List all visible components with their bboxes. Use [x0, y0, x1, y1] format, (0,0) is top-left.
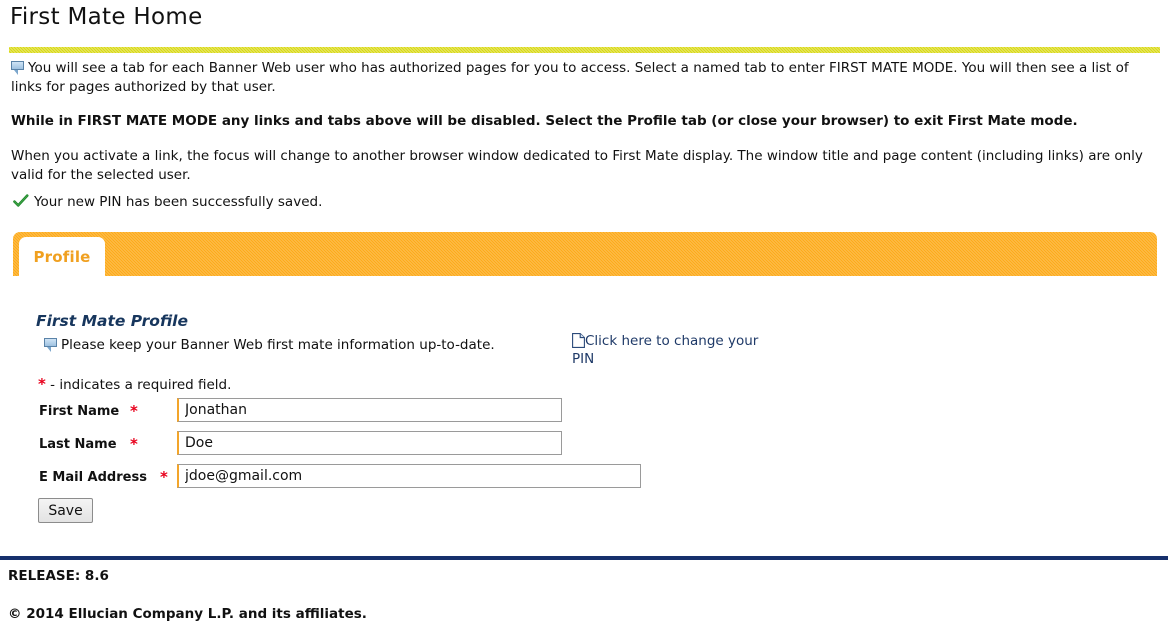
success-message-row: Your new PIN has been successfully saved… — [13, 194, 322, 210]
change-pin-link[interactable]: Click here to change your PIN — [572, 333, 758, 367]
form-row-email-address: E Mail Address * — [0, 464, 1168, 497]
intro-block: You will see a tab for each Banner Web u… — [11, 59, 1157, 185]
green-check-icon — [13, 194, 29, 209]
success-message-text: Your new PIN has been successfully saved… — [34, 194, 323, 210]
intro-paragraph-1: You will see a tab for each Banner Web u… — [11, 60, 1129, 95]
tab-profile-label: Profile — [33, 248, 91, 266]
form-row-last-name: Last Name * — [0, 431, 1168, 464]
section-note-row: Please keep your Banner Web first mate i… — [44, 337, 495, 353]
save-button[interactable]: Save — [38, 498, 93, 523]
yellow-divider-rule — [9, 47, 1160, 53]
email-address-required-asterisk: * — [160, 468, 168, 486]
release-version: RELEASE: 8.6 — [8, 568, 109, 584]
intro-paragraph-1-row: You will see a tab for each Banner Web u… — [11, 59, 1157, 97]
document-icon — [572, 333, 585, 348]
section-title: First Mate Profile — [36, 312, 188, 330]
required-field-note-text: - indicates a required field. — [50, 377, 232, 393]
section-note-text: Please keep your Banner Web first mate i… — [61, 337, 495, 353]
change-pin-link-wrap: Click here to change your PIN — [572, 332, 782, 368]
required-asterisk: * — [38, 375, 46, 393]
profile-form: First Name * Last Name * E Mail Address … — [0, 398, 1168, 497]
first-name-label: First Name — [39, 404, 120, 419]
last-name-label: Last Name — [39, 437, 117, 452]
required-field-note: * - indicates a required field. — [38, 375, 232, 394]
tab-bar: Profile — [13, 232, 1157, 276]
first-name-input[interactable] — [177, 398, 562, 422]
intro-paragraph-3: When you activate a link, the focus will… — [11, 148, 1143, 183]
speech-bubble-icon — [11, 61, 25, 75]
intro-paragraph-2: While in FIRST MATE MODE any links and t… — [11, 113, 1078, 129]
copyright-notice: © 2014 Ellucian Company L.P. and its aff… — [8, 606, 367, 622]
last-name-input[interactable] — [177, 431, 562, 455]
first-name-required-asterisk: * — [130, 402, 138, 420]
page-title: First Mate Home — [10, 4, 203, 30]
form-row-first-name: First Name * — [0, 398, 1168, 431]
email-address-input[interactable] — [177, 464, 641, 488]
footer-divider-rule — [0, 556, 1168, 560]
last-name-required-asterisk: * — [130, 435, 138, 453]
email-address-label: E Mail Address — [39, 470, 147, 485]
speech-bubble-icon — [44, 338, 58, 352]
tab-profile[interactable]: Profile — [19, 237, 105, 276]
